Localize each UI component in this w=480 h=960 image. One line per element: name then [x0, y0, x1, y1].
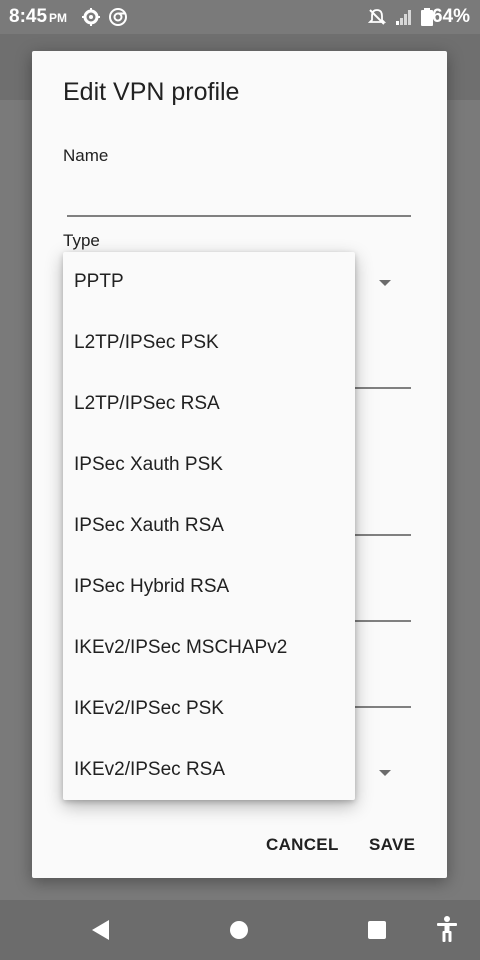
- dropdown-option-hybrid-rsa[interactable]: IPSec Hybrid RSA: [63, 557, 355, 618]
- field-underline-2: [355, 534, 411, 536]
- option-label: L2TP/IPSec PSK: [74, 332, 219, 353]
- type-label: Type: [63, 231, 100, 250]
- signal-icon: [396, 10, 411, 25]
- server-field-underline: [355, 387, 411, 389]
- type-spinner-arrow-icon[interactable]: [379, 280, 391, 286]
- name-label: Name: [63, 146, 109, 165]
- option-label: L2TP/IPSec RSA: [74, 393, 220, 414]
- dropdown-option-pptp[interactable]: PPTP: [63, 252, 355, 313]
- name-field[interactable]: [67, 176, 411, 216]
- bell-off-icon: [368, 9, 386, 25]
- recents-icon[interactable]: [368, 921, 386, 939]
- field-underline-3: [355, 620, 411, 622]
- gear-icon: [82, 8, 100, 26]
- back-icon[interactable]: [92, 920, 109, 940]
- accessibility-icon[interactable]: [436, 916, 458, 942]
- option-label: IPSec Hybrid RSA: [74, 576, 230, 597]
- dropdown-option-xauth-psk[interactable]: IPSec Xauth PSK: [63, 435, 355, 496]
- save-button[interactable]: SAVE: [369, 835, 415, 855]
- home-icon[interactable]: [230, 921, 248, 939]
- dropdown-option-ikev2-psk[interactable]: IKEv2/IPSec PSK: [63, 679, 355, 740]
- navigation-bar: [0, 900, 480, 960]
- second-spinner-arrow-icon[interactable]: [379, 770, 391, 776]
- status-time-ampm: PM: [49, 11, 68, 25]
- option-label: PPTP: [74, 271, 124, 292]
- option-label: IKEv2/IPSec PSK: [74, 698, 224, 719]
- option-label: IKEv2/IPSec RSA: [74, 759, 226, 780]
- status-bar: 8:45 PM 64%: [0, 0, 480, 34]
- cancel-button[interactable]: CANCEL: [266, 835, 339, 855]
- chrome-icon: [109, 8, 127, 26]
- dropdown-option-ikev2-mschapv2[interactable]: IKEv2/IPSec MSCHAPv2: [63, 618, 355, 679]
- option-label: IKEv2/IPSec MSCHAPv2: [74, 637, 288, 658]
- option-label: IPSec Xauth PSK: [74, 454, 223, 475]
- dropdown-option-l2tp-rsa[interactable]: L2TP/IPSec RSA: [63, 374, 355, 435]
- dialog-title: Edit VPN profile: [63, 78, 240, 106]
- dropdown-option-l2tp-psk[interactable]: L2TP/IPSec PSK: [63, 313, 355, 374]
- dropdown-option-xauth-rsa[interactable]: IPSec Xauth RSA: [63, 496, 355, 557]
- dropdown-option-ikev2-rsa[interactable]: IKEv2/IPSec RSA: [63, 740, 355, 801]
- status-time-value: 8:45: [9, 6, 48, 27]
- status-time: 8:45 PM: [9, 6, 67, 28]
- field-underline-4: [355, 706, 411, 708]
- vpn-type-dropdown: PPTP L2TP/IPSec PSK L2TP/IPSec RSA IPSec…: [63, 252, 355, 800]
- name-field-underline: [67, 215, 411, 217]
- battery-percent: 64%: [431, 6, 470, 27]
- option-label: IPSec Xauth RSA: [74, 515, 224, 536]
